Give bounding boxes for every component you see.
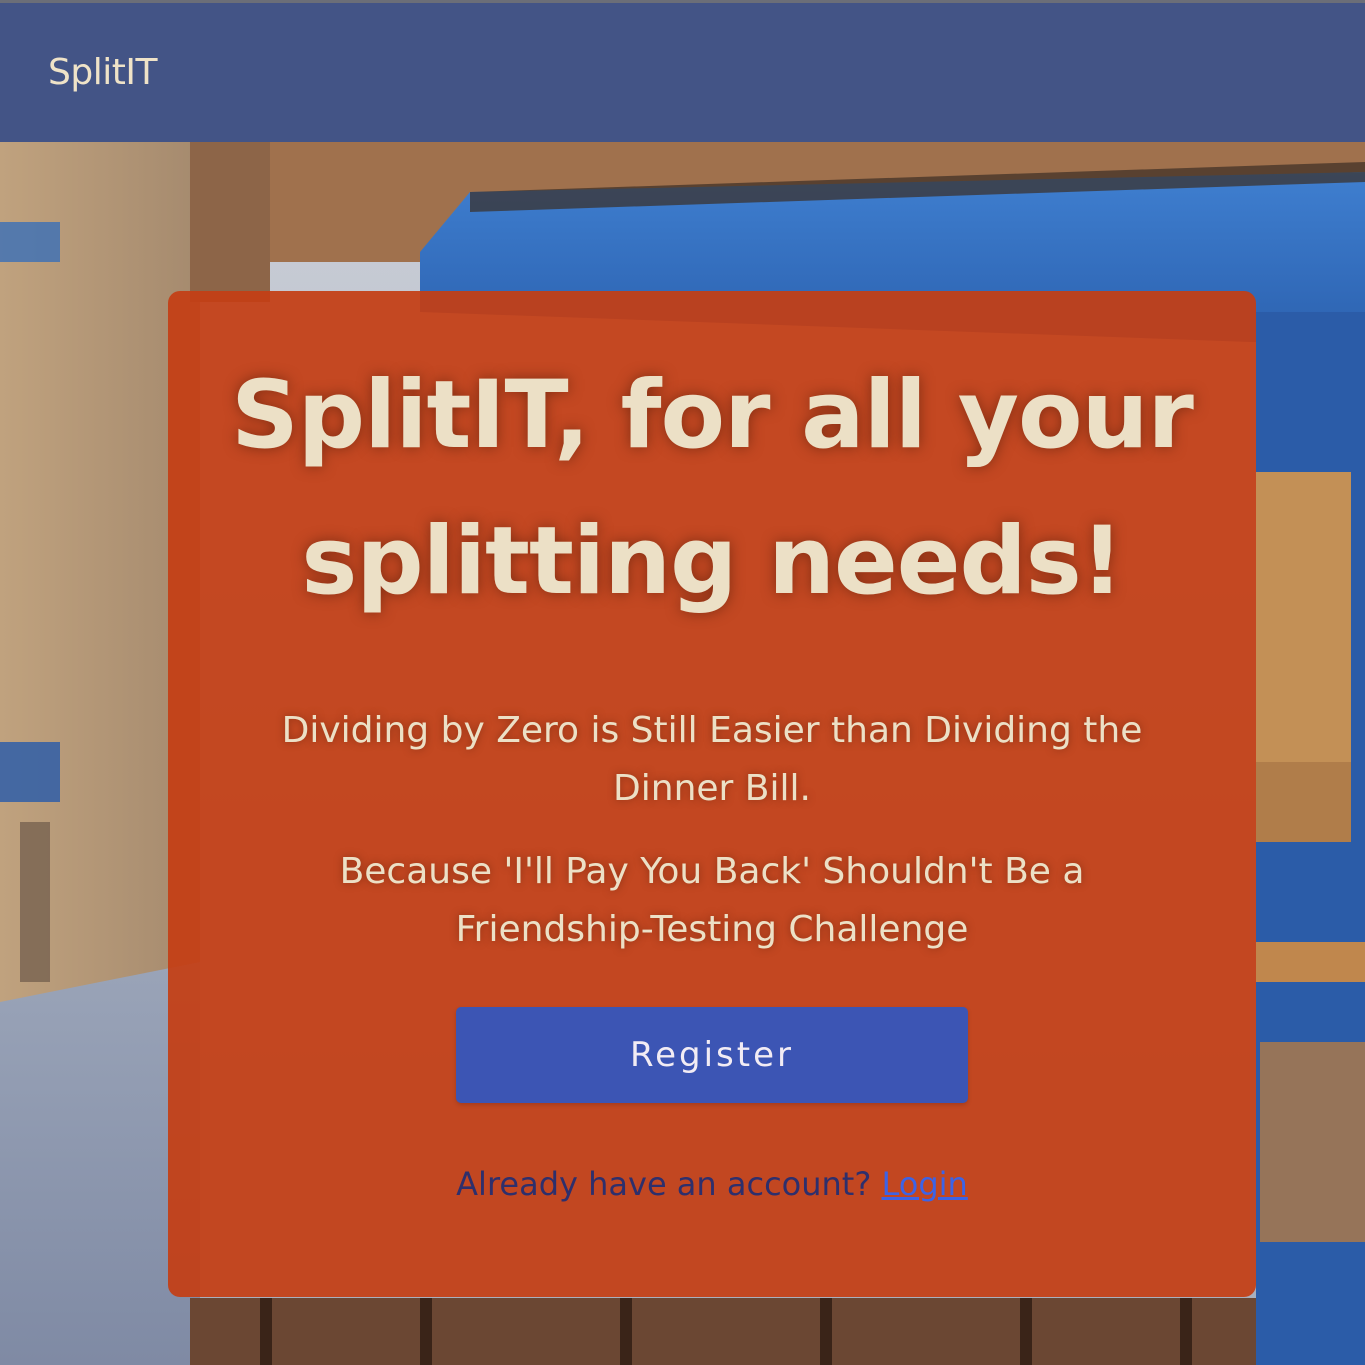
login-link[interactable]: Login (882, 1165, 968, 1203)
login-prompt: Already have an account? Login (168, 1165, 1256, 1203)
hero-tagline-primary: Dividing by Zero is Still Easier than Di… (281, 710, 1143, 809)
hero-headline: SplitIT, for all your splitting needs! (231, 361, 1194, 616)
login-prompt-text: Already have an account? (456, 1165, 872, 1203)
hero-tagline-secondary: Because 'I'll Pay You Back' Shouldn't Be… (339, 851, 1085, 950)
hero-card: SplitIT, for all your splitting needs! D… (168, 291, 1256, 1297)
brand-logo-text[interactable]: SplitIT (48, 52, 157, 93)
top-navbar: SplitIT (0, 0, 1365, 142)
register-button[interactable]: Register (456, 1007, 968, 1103)
